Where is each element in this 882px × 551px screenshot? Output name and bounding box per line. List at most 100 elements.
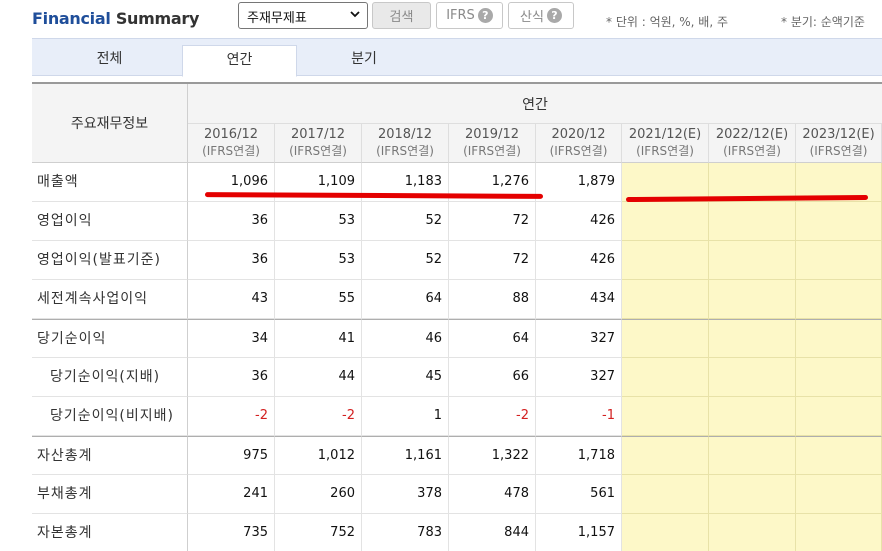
- table-cell: [622, 319, 709, 358]
- table-cell: [796, 241, 882, 280]
- period-header: 2021/12(E) (IFRS연결): [622, 124, 709, 163]
- period-year: 2021/12(E): [628, 127, 702, 142]
- table-cell: [709, 514, 796, 551]
- table-cell: [709, 475, 796, 514]
- table-cell: 1,718: [536, 436, 622, 475]
- table-cell: 52: [362, 202, 449, 241]
- table-cell: -2: [275, 397, 362, 436]
- question-icon: ?: [477, 8, 493, 23]
- row-label[interactable]: 매출액: [32, 163, 188, 202]
- tab-annual[interactable]: 연간: [182, 45, 297, 77]
- table-cell: -2: [188, 397, 275, 436]
- statement-type-select[interactable]: 주재무제표: [238, 2, 368, 29]
- table-cell: -1: [536, 397, 622, 436]
- ifrs-help-button[interactable]: IFRS ?: [436, 2, 503, 29]
- table-cell: 72: [449, 241, 536, 280]
- formula-button-label: 산식: [520, 10, 544, 25]
- table-cell: 426: [536, 202, 622, 241]
- title-summary: Summary: [115, 9, 200, 28]
- period-year: 2023/12(E): [802, 127, 875, 142]
- row-label[interactable]: 당기순이익(비지배): [32, 397, 188, 436]
- table-cell: [796, 280, 882, 319]
- table-cell: 1: [362, 397, 449, 436]
- table-cell: 64: [362, 280, 449, 319]
- period-header: 2023/12(E) (IFRS연결): [796, 124, 882, 163]
- table-cell: 478: [449, 475, 536, 514]
- table-cell: 43: [188, 280, 275, 319]
- table-cell: [796, 358, 882, 397]
- period-basis: (IFRS연결): [289, 144, 347, 158]
- period-header: 2019/12 (IFRS연결): [449, 124, 536, 163]
- table-cell: 426: [536, 241, 622, 280]
- period-basis: (IFRS연결): [809, 144, 868, 158]
- period-header: 2016/12 (IFRS연결): [188, 124, 275, 163]
- table-cell: 327: [536, 358, 622, 397]
- table-cell: 327: [536, 319, 622, 358]
- table-cell: 783: [362, 514, 449, 551]
- table-cell: 1,157: [536, 514, 622, 551]
- table-cell: [709, 202, 796, 241]
- table-cell: [622, 436, 709, 475]
- table-cell: 735: [188, 514, 275, 551]
- table-cell: [796, 436, 882, 475]
- table-cell: 844: [449, 514, 536, 551]
- row-label[interactable]: 부채총계: [32, 475, 188, 514]
- tab-all[interactable]: 전체: [52, 45, 167, 77]
- table-cell: 88: [449, 280, 536, 319]
- ifrs-button-label: IFRS: [446, 8, 475, 23]
- row-label[interactable]: 영업이익: [32, 202, 188, 241]
- table-cell: 1,322: [449, 436, 536, 475]
- period-year: 2016/12: [203, 127, 258, 142]
- table-cell: 66: [449, 358, 536, 397]
- row-label[interactable]: 당기순이익(지배): [32, 358, 188, 397]
- table-cell: [796, 475, 882, 514]
- table-cell: [709, 358, 796, 397]
- row-label[interactable]: 영업이익(발표기준): [32, 241, 188, 280]
- period-tabs: 전체 연간 분기: [32, 38, 882, 77]
- quarter-note: * 분기: 순액기준: [781, 15, 865, 29]
- period-basis: (IFRS연결): [549, 144, 608, 158]
- period-basis: (IFRS연결): [376, 144, 434, 158]
- period-header: 2017/12 (IFRS연결): [275, 124, 362, 163]
- financial-table: 주요재무정보 연간 2016/12 (IFRS연결) 2017/12 (IFRS연결)…: [32, 82, 882, 551]
- table-cell: 36: [188, 358, 275, 397]
- period-header: 2018/12 (IFRS연결): [362, 124, 449, 163]
- formula-help-button[interactable]: 산식 ?: [508, 2, 574, 29]
- table-cell: 36: [188, 202, 275, 241]
- table-cell: [796, 202, 882, 241]
- statement-type-value: 주재무제표: [247, 11, 307, 26]
- row-label[interactable]: 자본총계: [32, 514, 188, 551]
- search-button[interactable]: 검색: [372, 2, 431, 29]
- period-year: 2020/12: [551, 127, 606, 142]
- row-label[interactable]: 당기순이익: [32, 319, 188, 358]
- table-cell: [796, 514, 882, 551]
- table-cell: [709, 436, 796, 475]
- table-cell: 64: [449, 319, 536, 358]
- period-year: 2022/12(E): [715, 127, 789, 142]
- table-cell: 53: [275, 202, 362, 241]
- tab-quarter[interactable]: 분기: [314, 45, 414, 77]
- chevron-down-icon: [350, 11, 360, 18]
- table-cell: 46: [362, 319, 449, 358]
- table-cell: 1,161: [362, 436, 449, 475]
- table-cell: [709, 319, 796, 358]
- table-cell: 1,012: [275, 436, 362, 475]
- period-header: 2022/12(E) (IFRS연결): [709, 124, 796, 163]
- table-cell: [709, 241, 796, 280]
- row-label[interactable]: 자산총계: [32, 436, 188, 475]
- search-button-label: 검색: [389, 10, 414, 25]
- table-cell: [622, 397, 709, 436]
- table-cell: [622, 475, 709, 514]
- period-basis: (IFRS연결): [636, 144, 694, 158]
- row-label[interactable]: 세전계속사업이익: [32, 280, 188, 319]
- table-cell: 434: [536, 280, 622, 319]
- table-cell: 34: [188, 319, 275, 358]
- table-cell: [622, 358, 709, 397]
- table-cell: [622, 241, 709, 280]
- table-cell: 561: [536, 475, 622, 514]
- table-cell: -2: [449, 397, 536, 436]
- table-cell: 41: [275, 319, 362, 358]
- row-header-label: 주요재무정보: [32, 84, 188, 163]
- table-cell: 44: [275, 358, 362, 397]
- period-header: 2020/12 (IFRS연결): [536, 124, 622, 163]
